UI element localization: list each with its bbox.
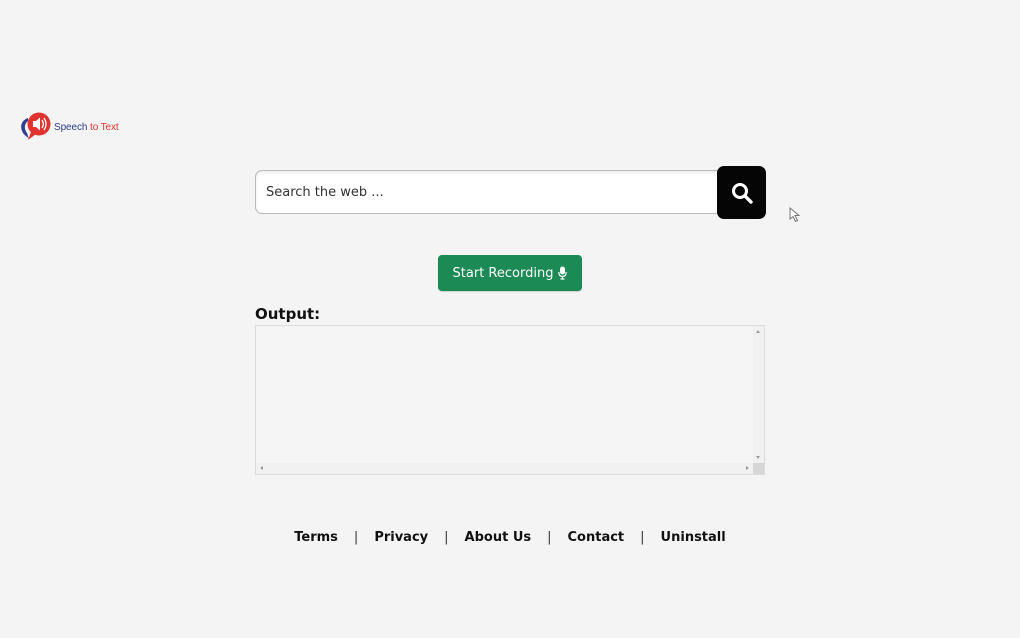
footer-link-uninstall[interactable]: Uninstall [661,530,726,545]
footer-link-terms[interactable]: Terms [294,530,338,545]
start-recording-label: Start Recording [452,265,554,281]
output-label: Output: [255,305,321,323]
logo-text: Speech to Text [54,122,119,133]
logo-word-to-text: to Text [90,121,119,133]
footer-link-privacy[interactable]: Privacy [374,530,428,545]
footer-link-contact[interactable]: Contact [568,530,625,545]
scroll-down-arrow-icon[interactable] [756,456,760,459]
scroll-up-arrow-icon[interactable] [756,330,760,333]
scroll-left-arrow-icon[interactable] [260,466,263,470]
footer-links: Terms | Privacy | About Us | Contact | U… [0,530,1020,545]
resize-handle[interactable] [753,463,764,474]
logo-word-speech: Speech [54,121,88,133]
footer-separator: | [444,530,449,545]
vertical-scrollbar[interactable] [753,326,764,463]
search-button[interactable] [717,166,766,219]
microphone-icon [558,266,568,280]
scroll-right-arrow-icon[interactable] [746,466,749,470]
footer-separator: | [640,530,645,545]
output-textarea[interactable] [255,325,765,475]
start-recording-button[interactable]: Start Recording [438,255,582,291]
mouse-cursor-icon [789,206,801,227]
horizontal-scrollbar[interactable] [256,463,753,474]
search-icon [731,182,753,204]
search-input[interactable] [255,170,725,214]
logo[interactable]: Speech to Text [19,110,119,142]
footer-link-about-us[interactable]: About Us [465,530,532,545]
search-bar [255,166,766,219]
footer-separator: | [353,530,359,545]
speech-bubble-speaker-icon [19,110,53,142]
footer-separator: | [547,530,552,545]
